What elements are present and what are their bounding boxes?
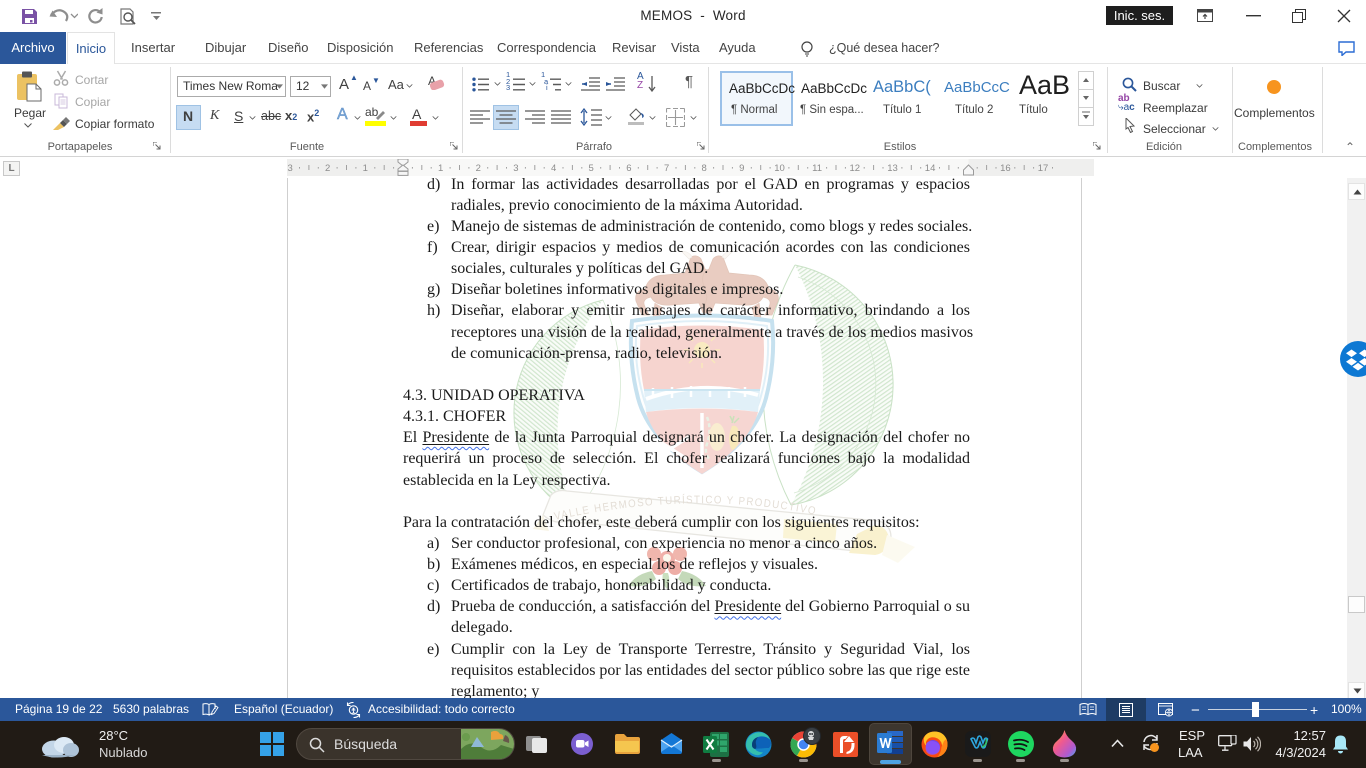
- svg-text:9: 9: [739, 163, 744, 174]
- svg-text:1: 1: [363, 163, 368, 174]
- svg-text:6: 6: [626, 163, 631, 174]
- svg-text:11: 11: [812, 163, 822, 174]
- svg-text:3: 3: [513, 163, 518, 174]
- svg-text:1: 1: [438, 163, 443, 174]
- svg-text:7: 7: [664, 163, 669, 174]
- svg-text:2: 2: [476, 163, 481, 174]
- svg-text:5: 5: [589, 163, 594, 174]
- svg-text:14: 14: [925, 163, 936, 174]
- svg-text:13: 13: [887, 163, 898, 174]
- svg-text:3: 3: [287, 163, 292, 174]
- svg-text:12: 12: [850, 163, 861, 174]
- svg-text:16: 16: [1000, 163, 1011, 174]
- svg-text:4: 4: [551, 163, 556, 174]
- svg-text:2: 2: [325, 163, 330, 174]
- svg-text:8: 8: [702, 163, 707, 174]
- svg-text:10: 10: [774, 163, 785, 174]
- svg-text:17: 17: [1038, 163, 1049, 174]
